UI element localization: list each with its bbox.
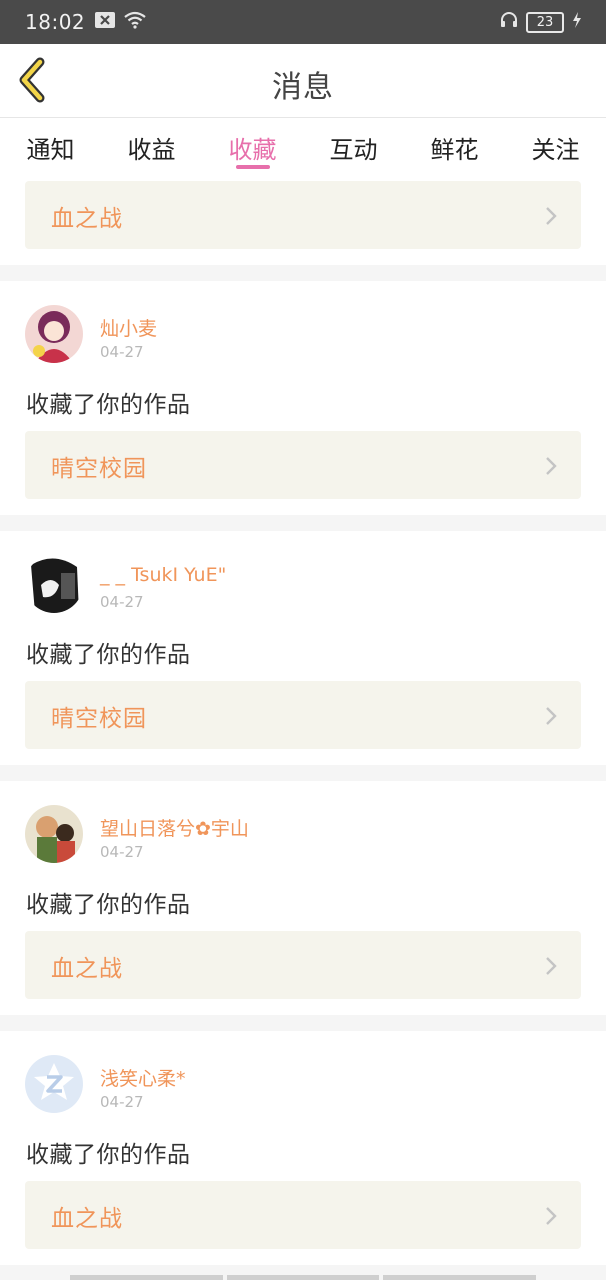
chevron-right-icon bbox=[545, 1206, 557, 1230]
username[interactable]: _ _ TsukI YuE" bbox=[100, 564, 226, 586]
page-title: 消息 bbox=[272, 70, 334, 105]
active-tab-indicator bbox=[235, 165, 270, 169]
work-title: 晴空校园 bbox=[51, 706, 147, 732]
headphone-icon bbox=[500, 11, 518, 33]
message-date: 04-27 bbox=[100, 593, 144, 611]
list-item: 血之战 bbox=[0, 180, 606, 265]
avatar[interactable] bbox=[25, 555, 83, 613]
tab-flowers[interactable]: 鲜花 bbox=[404, 118, 505, 180]
chevron-right-icon bbox=[545, 456, 557, 480]
work-link[interactable]: 晴空校园 bbox=[25, 681, 581, 749]
battery-indicator: 23 bbox=[526, 11, 564, 33]
work-title: 血之战 bbox=[51, 206, 123, 232]
action-text: 收藏了你的作品 bbox=[26, 642, 191, 668]
work-title: 晴空校园 bbox=[51, 456, 147, 482]
work-link[interactable]: 血之战 bbox=[25, 931, 581, 999]
work-link[interactable]: 血之战 bbox=[25, 1181, 581, 1249]
chevron-right-icon bbox=[545, 706, 557, 730]
username[interactable]: 灿小麦 bbox=[100, 314, 157, 341]
tab-favorites[interactable]: 收藏 bbox=[202, 118, 303, 180]
tab-bar: 通知 收益 收藏 互动 鲜花 关注 bbox=[0, 118, 606, 180]
chevron-right-icon bbox=[545, 956, 557, 980]
chevron-right-icon bbox=[545, 206, 557, 230]
message-date: 04-27 bbox=[100, 843, 144, 861]
action-text: 收藏了你的作品 bbox=[26, 1142, 191, 1168]
action-text: 收藏了你的作品 bbox=[26, 892, 191, 918]
username[interactable]: 望山日落兮✿宇山 bbox=[100, 814, 249, 841]
tab-notice[interactable]: 通知 bbox=[0, 118, 101, 180]
work-title: 血之战 bbox=[51, 956, 123, 982]
charging-icon bbox=[572, 12, 582, 32]
work-link[interactable]: 晴空校园 bbox=[25, 431, 581, 499]
avatar[interactable] bbox=[25, 1055, 83, 1113]
work-title: 血之战 bbox=[51, 1206, 123, 1232]
status-bar: 18:02 23 bbox=[0, 0, 606, 44]
bottom-nav-hint bbox=[70, 1275, 537, 1280]
message-card: 灿小麦 04-27 收藏了你的作品 晴空校园 bbox=[0, 281, 606, 515]
notification-close-icon bbox=[95, 12, 116, 32]
message-card: 浅笑心柔* 04-27 收藏了你的作品 血之战 bbox=[0, 1031, 606, 1265]
username[interactable]: 浅笑心柔* bbox=[100, 1064, 186, 1091]
tab-interaction[interactable]: 互动 bbox=[303, 118, 404, 180]
tab-income[interactable]: 收益 bbox=[101, 118, 202, 180]
header: 消息 bbox=[0, 44, 606, 118]
work-link[interactable]: 血之战 bbox=[25, 181, 581, 249]
status-time: 18:02 bbox=[25, 10, 86, 34]
message-date: 04-27 bbox=[100, 343, 144, 361]
wifi-icon bbox=[123, 11, 147, 33]
message-date: 04-27 bbox=[100, 1093, 144, 1111]
avatar[interactable] bbox=[25, 305, 83, 363]
tab-follow[interactable]: 关注 bbox=[505, 118, 606, 180]
avatar[interactable] bbox=[25, 805, 83, 863]
message-card: 望山日落兮✿宇山 04-27 收藏了你的作品 血之战 bbox=[0, 781, 606, 1015]
action-text: 收藏了你的作品 bbox=[26, 392, 191, 418]
message-card: _ _ TsukI YuE" 04-27 收藏了你的作品 晴空校园 bbox=[0, 531, 606, 765]
message-list: 血之战 灿小麦 04-27 收藏了你的作品 晴空校园 _ _ TsukI YuE… bbox=[0, 180, 606, 1265]
